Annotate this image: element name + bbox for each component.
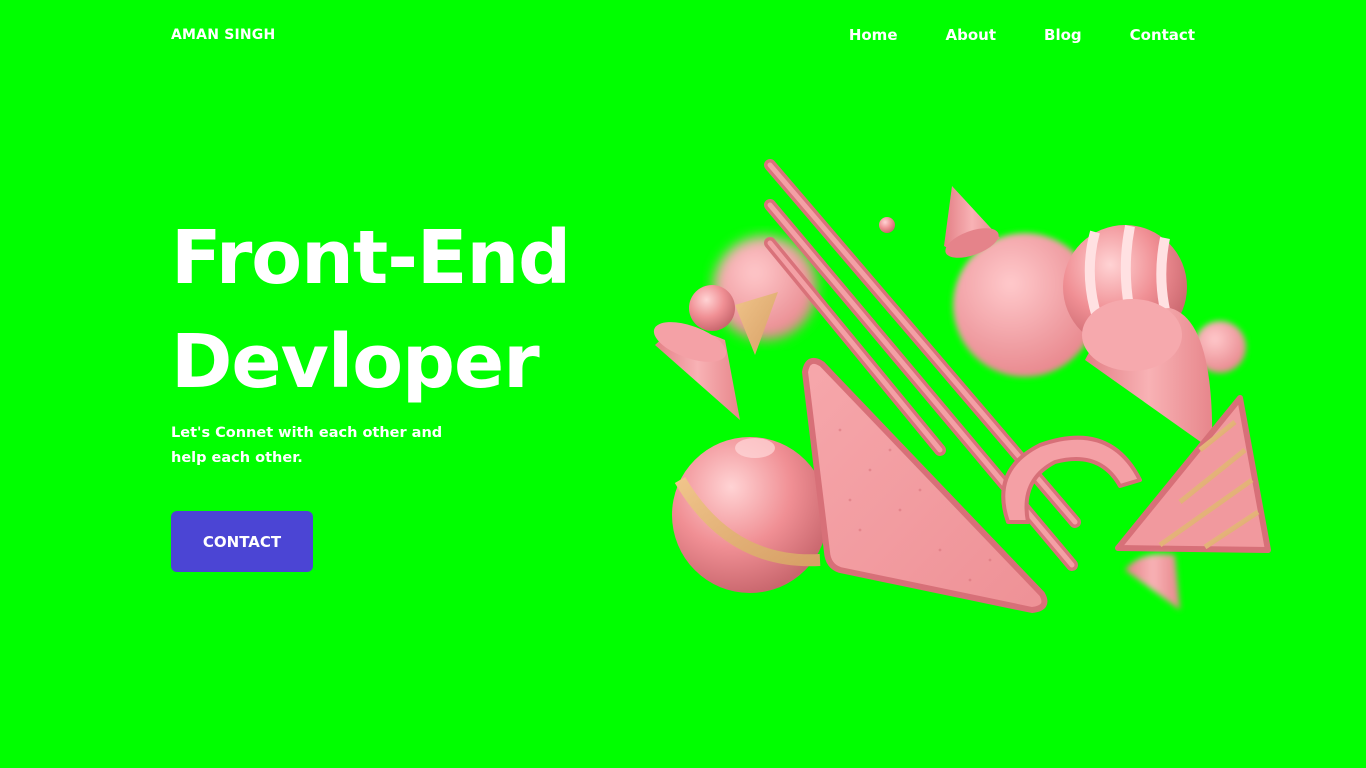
hero-subtitle: Let's Connet with each other and help ea… (171, 421, 461, 471)
right-cone-shape (1082, 299, 1213, 450)
nav-home-link[interactable]: Home (849, 26, 898, 44)
left-cone-shape (653, 285, 778, 420)
hero-3d-shapes-illustration (653, 159, 1271, 613)
nav-contact-link[interactable]: Contact (1130, 26, 1195, 44)
hero-title-line-2: Devloper (171, 319, 540, 405)
site-logo[interactable]: AMAN SINGH (171, 27, 275, 43)
nav-blog-link[interactable]: Blog (1044, 26, 1082, 44)
hero-subtitle-line-2: help each other. (171, 450, 303, 466)
contact-button[interactable]: CONTACT (171, 511, 313, 572)
banded-sphere-shape (672, 437, 828, 593)
site-header: AMAN SINGH Home About Blog Contact (0, 0, 1366, 72)
blurred-bottom-cone-shape (1125, 554, 1180, 610)
tiny-sphere-shape (879, 217, 895, 233)
nav-about-link[interactable]: About (946, 26, 997, 44)
hero-title-line-1: Front-End (171, 215, 571, 301)
hero-title: Front-End Devloper (171, 206, 571, 414)
main-nav: Home About Blog Contact (849, 26, 1195, 44)
hero-subtitle-line-1: Let's Connet with each other and (171, 425, 443, 441)
